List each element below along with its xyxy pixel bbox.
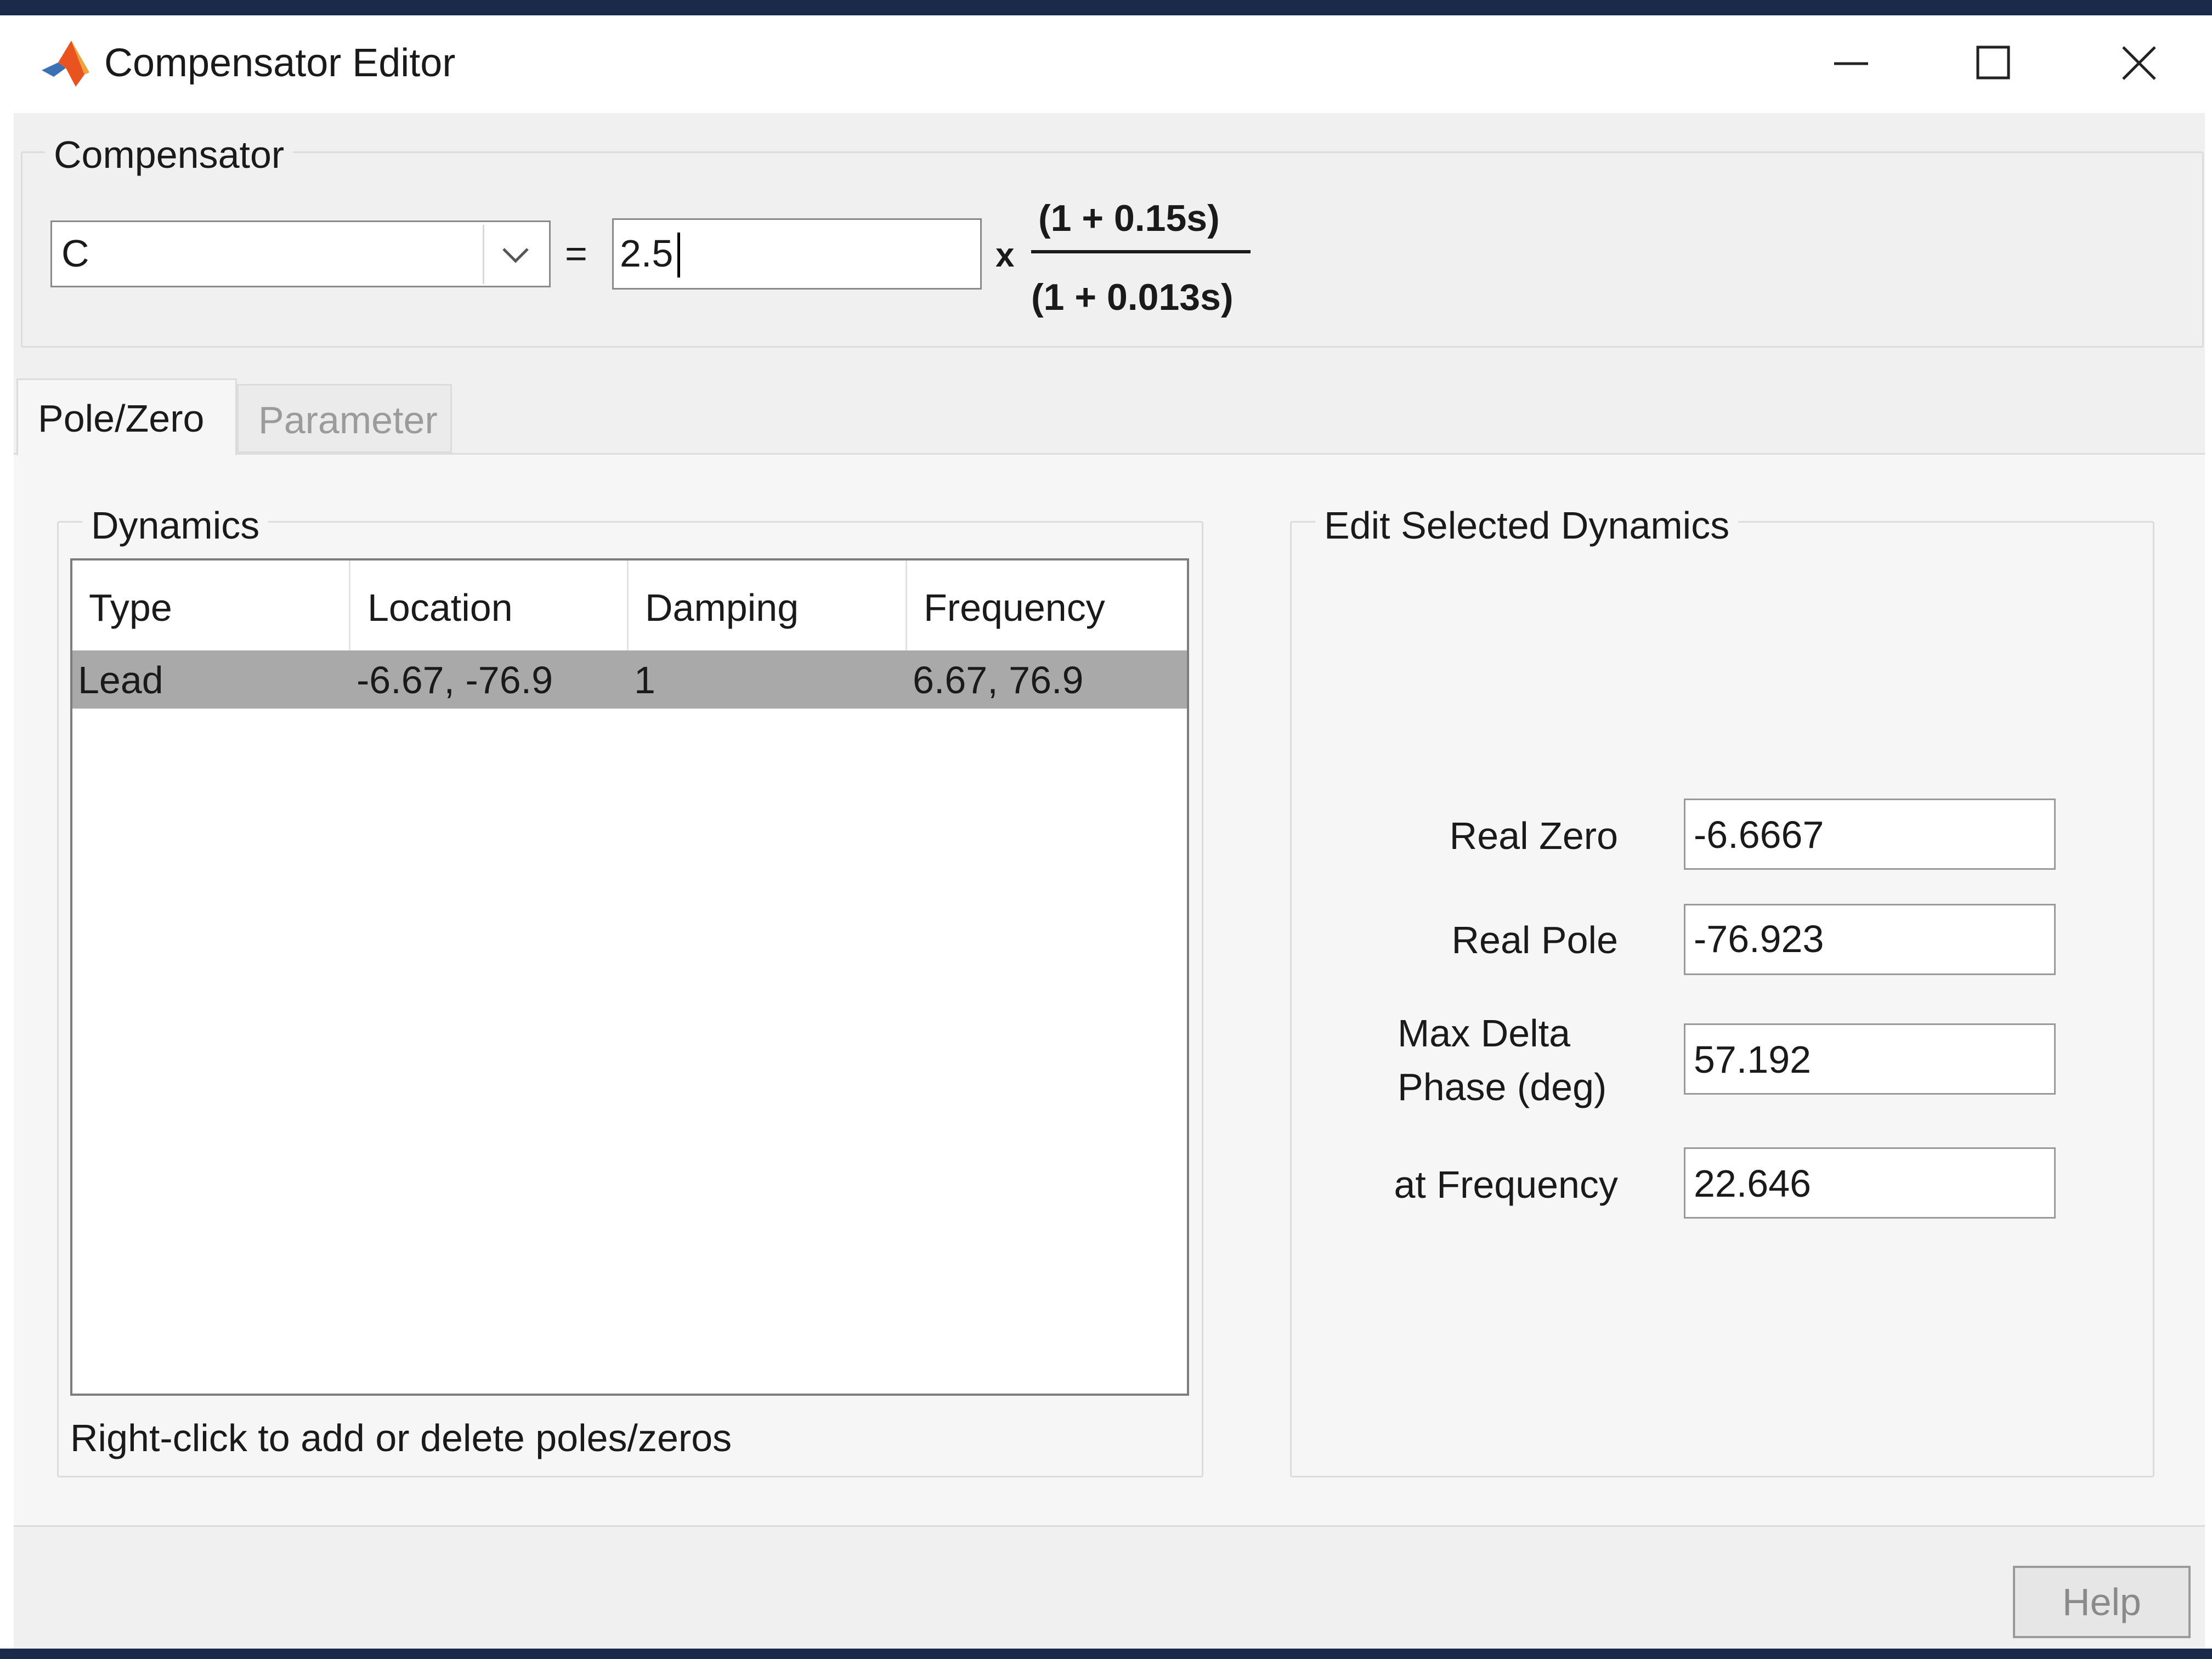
edit-dynamics-group bbox=[1290, 521, 2154, 1477]
close-button[interactable] bbox=[2103, 33, 2175, 93]
at-frequency-label: at Frequency bbox=[1394, 1163, 1618, 1206]
equals-sign: = bbox=[565, 232, 587, 275]
real-pole-label: Real Pole bbox=[1451, 919, 1618, 961]
close-icon bbox=[2122, 46, 2156, 80]
dialog-footer bbox=[14, 1528, 2205, 1649]
edit-dynamics-group-label: Edit Selected Dynamics bbox=[1315, 502, 1739, 548]
max-delta-phase-value: 57.192 bbox=[1694, 1038, 1812, 1081]
real-zero-value: -6.6667 bbox=[1694, 813, 1824, 856]
window-top-border bbox=[0, 0, 2212, 15]
tab-pole-zero[interactable]: Pole/Zero bbox=[16, 378, 237, 455]
compensator-select[interactable] bbox=[50, 220, 551, 287]
window-title: Compensator Editor bbox=[104, 41, 456, 85]
matlab-logo-icon bbox=[42, 41, 89, 87]
max-delta-label-line2: Phase (deg) bbox=[1398, 1066, 1607, 1108]
dynamics-hint: Right-click to add or delete poles/zeros bbox=[70, 1417, 732, 1459]
cell-location: -6.67, -76.9 bbox=[357, 659, 553, 701]
chevron-down-icon[interactable] bbox=[494, 237, 538, 273]
dynamics-group-label: Dynamics bbox=[82, 502, 269, 548]
tab-parameter[interactable]: Parameter bbox=[237, 384, 452, 453]
help-button[interactable]: Help bbox=[2013, 1566, 2191, 1638]
text-caret bbox=[677, 233, 680, 278]
cell-type: Lead bbox=[78, 659, 163, 701]
window-bottom-border bbox=[0, 1649, 2212, 1659]
minimize-button[interactable] bbox=[1815, 33, 1887, 93]
tf-denominator: (1 + 0.013s) bbox=[1031, 276, 1234, 318]
cell-damping: 1 bbox=[634, 659, 655, 701]
gain-value: 2.5 bbox=[620, 232, 674, 275]
minimize-icon bbox=[1834, 62, 1868, 65]
at-frequency-value: 22.646 bbox=[1694, 1162, 1812, 1205]
compensator-group-label: Compensator bbox=[45, 132, 293, 178]
maximize-icon bbox=[1976, 46, 2010, 80]
column-header-damping[interactable]: Damping bbox=[629, 565, 905, 650]
fraction-bar bbox=[1031, 250, 1251, 253]
cell-frequency: 6.67, 76.9 bbox=[913, 659, 1084, 701]
tf-numerator: (1 + 0.15s) bbox=[1038, 197, 1220, 239]
column-header-location[interactable]: Location bbox=[351, 565, 627, 650]
real-pole-value: -76.923 bbox=[1694, 918, 1824, 960]
column-header-type[interactable]: Type bbox=[72, 565, 349, 650]
combo-divider bbox=[483, 225, 484, 284]
maximize-button[interactable] bbox=[1958, 33, 2029, 93]
max-delta-label-line1: Max Delta bbox=[1398, 1012, 1571, 1055]
column-header-frequency[interactable]: Frequency bbox=[907, 565, 1185, 650]
compensator-select-value: C bbox=[61, 232, 89, 275]
real-zero-label: Real Zero bbox=[1449, 814, 1618, 857]
multiply-sign: x bbox=[995, 236, 1015, 274]
